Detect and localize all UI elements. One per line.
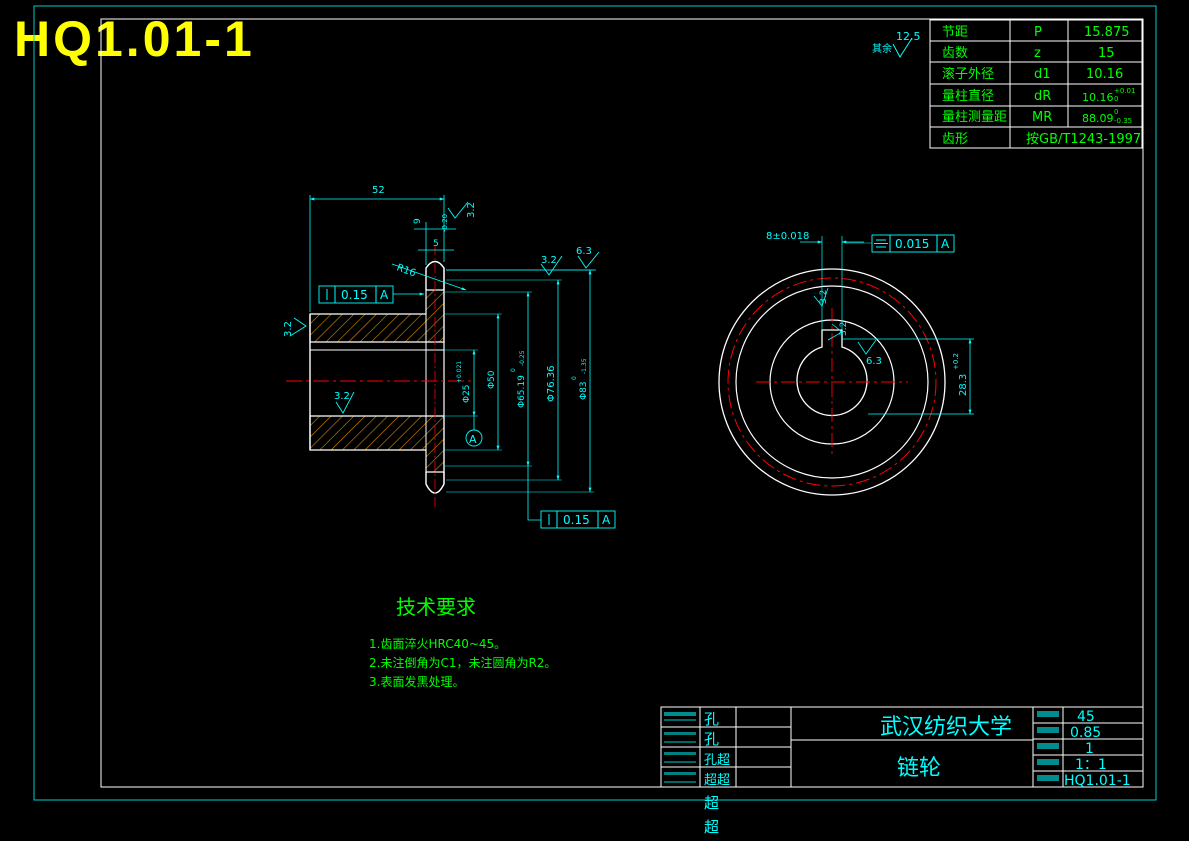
signer-name: 孔 [704,730,719,748]
dim-key-width: 8±0.018 [766,231,809,242]
svg-text:0.15: 0.15 [341,288,368,302]
param-name-teeth: 齿数 [942,46,968,61]
rough-key-1: 3.2 [819,290,829,304]
dim-width-5: 5 [433,239,439,249]
param-value-pitch: 15.875 [1084,25,1130,40]
param-value-teeth: 15 [1098,46,1115,61]
tolerance-frame-top: 0.15 A [318,285,425,304]
svg-text:A: A [380,288,389,302]
material-value: 45 [1077,709,1095,725]
dim-radius: R16 [395,262,417,279]
signer-name: 超 [704,818,719,836]
tech-req-item: 1.齿面淬火HRC40~45。 [369,636,506,651]
param-value-measure-tol-low: -0.35 [1114,117,1132,125]
dim-bore-tol: +0.021 [456,361,463,383]
rough-left: 3.2 [283,321,294,337]
university-name: 武汉纺织大学 [880,715,1012,740]
dim-root-tol-low: -0.25 [519,350,526,366]
title-block: 孔 孔 孔超 超超 超 超 武汉纺织大学 链轮 45 0.85 1 1：1 HQ… [660,706,1144,836]
dim-width-9: 9 [413,218,423,224]
param-value-pin-tol-low: 0 [1114,95,1118,103]
symmetry-frame: 0.015 A [846,234,955,253]
section-hatch-bottom [309,415,445,473]
dim-length: 52 [372,185,385,196]
param-name-measure: 量柱测量距 [942,110,1007,125]
svg-text:0.15: 0.15 [563,513,590,527]
param-name-roller: 滚子外径 [942,66,994,82]
param-value-measure-tol-up: 0 [1114,108,1118,116]
section-hatch-top [309,289,445,343]
roughness-general-note: 其余 [872,42,892,55]
tech-req-item: 2.未注倒角为C1，未注圆角为R2。 [369,655,556,670]
param-value-measure: 88.09 [1082,112,1114,125]
param-value-pin-tol-up: +0.01 [1114,87,1135,95]
param-symbol-measure: MR [1032,110,1052,125]
dim-outer-tol-low: -1.35 [581,358,588,374]
dim-bore: Φ25 [462,384,472,403]
section-view: 52 9 -0.20 5 3.2 R16 3.2 6.3 0.15 A 3.2 … [283,185,616,529]
rough-top: 3.2 [466,202,477,218]
signer-name: 孔超 [704,753,730,768]
dim-pitch: Φ76.36 [546,366,557,403]
rough-rim: 3.2 [541,255,557,266]
cad-drawing: 其余 12.5 节距 P 15.875 齿数 z 15 滚子外径 d1 10.1… [33,5,1157,836]
dim-root: Φ65.19 [517,375,527,408]
roughness-general: 其余 12.5 [872,30,921,58]
tech-req-item: 3.表面发黑处理。 [369,674,464,689]
svg-text:0.015: 0.015 [895,237,929,251]
signer-name: 超 [704,794,719,812]
param-symbol-teeth: z [1034,46,1041,61]
svg-text:A: A [469,433,477,446]
part-name: 链轮 [897,756,941,781]
param-name-pitch: 节距 [942,25,968,40]
front-view: 8±0.018 0.015 A 3.2 3.2 6.3 28.3 +0.2 [718,231,974,496]
param-symbol-pitch: P [1034,25,1042,40]
dim-key-depth: 28.3 [958,374,969,396]
rough-bore-front: 6.3 [866,356,882,367]
dim-width-9-tol: -0.20 [441,214,449,232]
param-value-pin: 10.16 [1082,91,1114,104]
param-name-pin: 量柱直径 [942,89,994,104]
dim-outer: Φ83 [579,381,589,400]
scale-value: 1：1 [1075,757,1107,773]
datum-a: A [465,416,483,447]
drawing-no-value: HQ1.01-1 [1064,773,1131,789]
signer-name: 超超 [704,773,730,788]
tolerance-frame-bottom: 0.15 A [527,466,616,529]
param-value-roller: 10.16 [1086,67,1123,82]
weight-value: 0.85 [1070,725,1101,741]
outer-border [33,5,1157,801]
param-value-profile: 按GB/T1243-1997 [1026,132,1141,147]
roughness-general-value: 12.5 [896,30,921,43]
rough-key-2: 3.2 [839,322,849,336]
dim-root-tol-up: 0 [510,368,517,372]
param-symbol-roller: d1 [1034,67,1051,82]
rough-bore: 3.2 [334,391,350,402]
dim-outer-tol-up: 0 [571,376,578,380]
svg-text:A: A [602,513,611,527]
dim-hub: Φ50 [487,370,497,389]
parameter-table: 节距 P 15.875 齿数 z 15 滚子外径 d1 10.16 量柱直径 d… [929,19,1143,149]
param-symbol-pin: dR [1034,89,1051,104]
quantity-value: 1 [1085,741,1094,757]
inner-border [100,18,1144,788]
signer-name: 孔 [704,710,719,728]
tech-req-title: 技术要求 [396,595,476,619]
technical-requirements: 技术要求 1.齿面淬火HRC40~45。 2.未注倒角为C1，未注圆角为R2。 … [369,595,556,689]
svg-text:A: A [941,237,950,251]
param-name-profile: 齿形 [942,132,968,147]
rough-rim-max: 6.3 [576,246,592,257]
dim-key-depth-tol: +0.2 [952,353,960,370]
